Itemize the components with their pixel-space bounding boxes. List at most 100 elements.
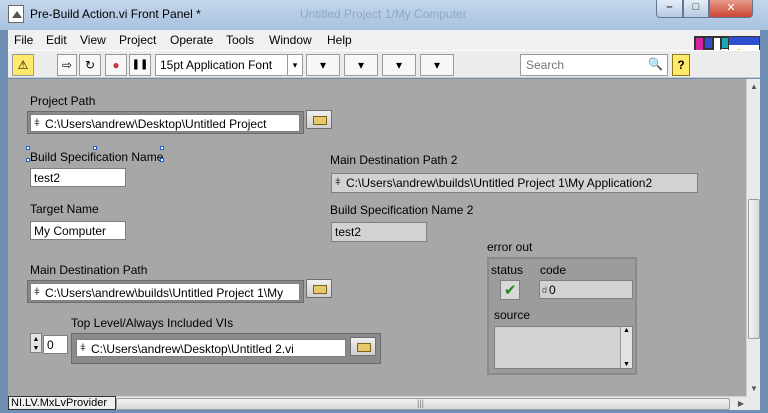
vertical-scroll-thumb[interactable] (748, 199, 760, 339)
folder-icon (313, 116, 327, 125)
run-continuously-button[interactable]: ↻ (79, 54, 101, 76)
search-icon[interactable]: 🔍 (648, 57, 663, 71)
path-icon: ǂ (335, 177, 341, 188)
horizontal-scroll-thumb[interactable]: ||| (116, 398, 730, 410)
folder-icon (313, 285, 327, 294)
error-source-label: source (494, 308, 531, 322)
menu-tools[interactable]: Tools (226, 33, 254, 47)
top-level-vi-path-field[interactable]: ǂ C:\Users\andrew\Desktop\Untitled 2.vi (76, 339, 346, 357)
scroll-up-icon[interactable]: ▲ (623, 327, 630, 334)
selection-handle[interactable] (160, 146, 164, 150)
warning-icon: ⚠ (17, 58, 29, 72)
selection-handle[interactable] (26, 146, 30, 150)
main-dest-path-field[interactable]: ǂ C:\Users\andrew\builds\Untitled Projec… (30, 283, 300, 301)
close-icon: ✕ (726, 2, 736, 14)
array-index-spinner[interactable]: ▲ ▼ (30, 333, 42, 353)
top-level-vi-path-value: C:\Users\andrew\Desktop\Untitled 2.vi (91, 342, 294, 356)
title-bar[interactable]: Pre-Build Action.vi Front Panel * Untitl… (0, 0, 768, 30)
grip-icon: ||| (417, 398, 425, 408)
main-dest-path-2-value: C:\Users\andrew\builds\Untitled Project … (346, 176, 653, 190)
project-path-field[interactable]: ǂ C:\Users\andrew\Desktop\Untitled Proje… (30, 114, 300, 132)
main-dest-path-browse-button[interactable] (306, 279, 332, 298)
build-spec-name-field[interactable]: test2 (30, 168, 126, 187)
vertical-scrollbar[interactable]: ▲ ▼ (746, 79, 760, 396)
selection-handle[interactable] (160, 158, 164, 162)
context-help-button[interactable]: ? (672, 54, 690, 76)
chevron-down-icon: ▾ (287, 55, 302, 75)
checkmark-icon: ✔ (504, 282, 517, 299)
distribute-objects-icon: ▾ (357, 58, 365, 72)
resize-corner[interactable] (746, 396, 760, 410)
scroll-up-arrow-icon[interactable]: ▲ (750, 82, 758, 91)
error-status-indicator: ✔ (500, 280, 520, 300)
project-path-label: Project Path (30, 94, 96, 108)
path-icon: ǂ (80, 343, 86, 354)
align-objects-button[interactable]: ▾ (306, 54, 340, 76)
close-button[interactable]: ✕ (709, 0, 753, 18)
help-icon: ? (677, 58, 685, 72)
build-spec-name-2-label: Build Specification Name 2 (330, 203, 474, 217)
search-box[interactable]: 🔍 (520, 54, 668, 76)
project-path-value: C:\Users\andrew\Desktop\Untitled Project (45, 117, 267, 131)
provider-label: NI.LV.MxLvProvider (11, 397, 107, 409)
scroll-down-icon[interactable]: ▼ (623, 361, 630, 368)
context-status-bar: NI.LV.MxLvProvider (8, 396, 116, 410)
top-level-vis-label: Top Level/Always Included VIs (71, 316, 234, 330)
abort-icon: ● (112, 58, 120, 72)
run-continuously-icon: ↻ (84, 58, 96, 72)
resize-objects-button[interactable]: ▾ (382, 54, 416, 76)
scroll-down-arrow-icon[interactable]: ▼ (750, 384, 758, 393)
selection-handle[interactable] (26, 158, 30, 162)
resize-objects-icon: ▾ (395, 58, 403, 72)
target-name-label: Target Name (30, 202, 99, 216)
increment-icon[interactable]: ▲ (31, 335, 41, 344)
font-selector-value: 15pt Application Font (160, 58, 273, 72)
code-prefix-icon: d (542, 285, 548, 295)
warning-button[interactable]: ⚠ (12, 54, 34, 76)
horizontal-scrollbar[interactable]: ◀ ||| ▶ (116, 396, 746, 410)
menu-view[interactable]: View (80, 33, 106, 47)
build-spec-name-2-indicator: test2 (331, 222, 427, 242)
build-spec-name-2-value: test2 (335, 225, 362, 239)
maximize-button[interactable]: □ (683, 0, 709, 18)
selection-handle[interactable] (93, 146, 97, 150)
top-level-vi-browse-button[interactable] (350, 337, 376, 356)
distribute-objects-button[interactable]: ▾ (344, 54, 378, 76)
connector-terminal (704, 37, 713, 49)
error-status-label: status (491, 263, 524, 277)
main-dest-path-value: C:\Users\andrew\builds\Untitled Project … (45, 286, 284, 300)
menu-project[interactable]: Project (119, 33, 156, 47)
menu-edit[interactable]: Edit (46, 33, 67, 47)
main-dest-path-label: Main Destination Path (30, 263, 148, 277)
menu-operate[interactable]: Operate (170, 33, 213, 47)
pause-button[interactable]: ❚❚ (129, 54, 151, 76)
labview-window: Pre-Build Action.vi Front Panel * Untitl… (0, 0, 768, 413)
build-spec-name-value: test2 (34, 171, 61, 185)
run-arrow-icon: ⇨ (61, 58, 73, 72)
menu-file[interactable]: File (14, 33, 33, 47)
search-input[interactable] (524, 57, 634, 73)
align-objects-icon: ▾ (319, 58, 327, 72)
menu-help[interactable]: Help (327, 33, 352, 47)
window-title: Pre-Build Action.vi Front Panel * (30, 7, 201, 21)
project-path-browse-button[interactable] (306, 110, 332, 129)
error-out-cluster: status ✔ code d 0 source ▲ ▼ (487, 257, 637, 375)
target-name-field[interactable]: My Computer (30, 221, 126, 240)
abort-button[interactable]: ● (105, 54, 127, 76)
folder-icon (357, 343, 371, 352)
error-code-label: code (540, 263, 567, 277)
array-index-field[interactable]: 0 (43, 335, 68, 354)
scroll-right-arrow-icon[interactable]: ▶ (738, 399, 744, 408)
reorder-button[interactable]: ▾ (420, 54, 454, 76)
run-button[interactable]: ⇨ (57, 54, 77, 76)
array-index-value: 0 (47, 338, 54, 352)
menu-window[interactable]: Window (269, 33, 312, 47)
main-dest-path-2-label: Main Destination Path 2 (330, 153, 458, 167)
error-out-label: error out (487, 240, 533, 254)
source-scrollbar[interactable]: ▲ ▼ (620, 327, 632, 368)
minimize-button[interactable]: – (656, 0, 683, 18)
pause-icon: ❚❚ (131, 59, 149, 70)
background-window-title: Untitled Project 1/My Computer (300, 7, 467, 21)
decrement-icon[interactable]: ▼ (31, 344, 41, 353)
font-selector[interactable]: 15pt Application Font ▾ (155, 54, 303, 76)
